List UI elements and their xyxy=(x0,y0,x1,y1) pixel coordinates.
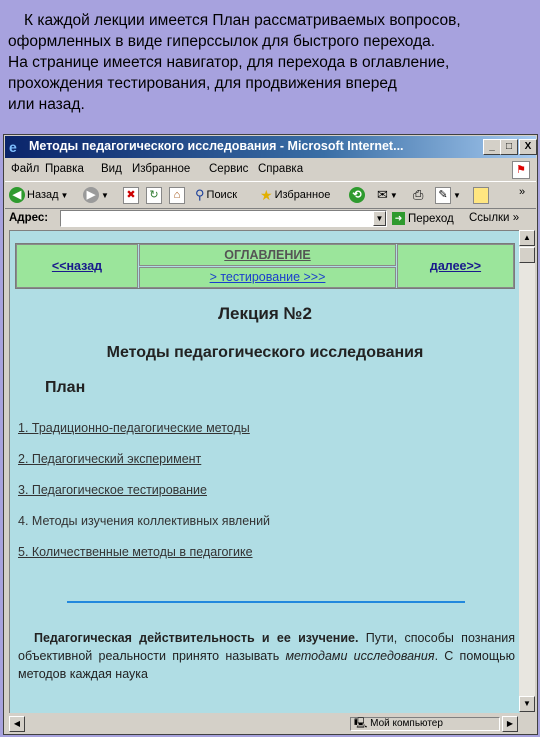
nav-testing-link[interactable]: > тестирование >>> xyxy=(210,270,326,284)
status-text xyxy=(27,717,327,731)
nav-contents-link[interactable]: ОГЛАВЛЕНИЕ xyxy=(224,248,310,262)
lecture-subtitle: Методы педагогического исследования xyxy=(106,344,424,361)
back-button[interactable]: ◀ Назад ▼ xyxy=(9,186,68,204)
print-icon: ⎙ xyxy=(413,187,424,202)
title-bar[interactable]: e Методы педагогического исследования - … xyxy=(5,136,537,158)
nav-back-cell: <<назад xyxy=(16,244,138,288)
favorites-button[interactable]: ★ Избранное xyxy=(260,186,330,204)
page-content: <<назад ОГЛАВЛЕНИЕ > тестирование >>> да… xyxy=(9,230,520,713)
caption-line: На странице имеется навигатор, для перех… xyxy=(8,54,450,71)
search-label: Поиск xyxy=(206,189,238,201)
chevron-down-icon: ▼ xyxy=(60,190,69,200)
computer-icon: 🖳 xyxy=(354,718,368,729)
windows-logo-icon: ⚑ xyxy=(512,161,530,179)
go-button[interactable]: ➜ Переход xyxy=(392,212,454,225)
messenger-button[interactable] xyxy=(473,186,489,204)
forward-button[interactable]: ▶ ▼ xyxy=(83,186,109,204)
zone-label: Мой компьютер xyxy=(370,718,443,729)
nav-testing-cell: > тестирование >>> xyxy=(139,267,396,288)
go-label: Переход xyxy=(408,212,454,225)
plan-link-3[interactable]: 3. Педагогическое тестирование xyxy=(18,483,207,497)
mail-button[interactable]: ✉ ▼ xyxy=(377,186,398,204)
menu-file[interactable]: Файл xyxy=(11,163,39,175)
back-label: Назад xyxy=(27,189,59,201)
divider-line xyxy=(67,601,465,603)
minimize-button[interactable]: _ xyxy=(483,139,501,155)
mail-icon: ✉ xyxy=(377,187,388,202)
chevron-down-icon: ▼ xyxy=(101,190,109,200)
home-icon: ⌂ xyxy=(169,186,185,204)
standard-toolbar: ◀ Назад ▼ ▶ ▼ ✖ ↻ ⌂ ⚲ Поиск ★ Избранное … xyxy=(5,181,536,209)
stop-button[interactable]: ✖ xyxy=(123,186,139,204)
go-arrow-icon: ➜ xyxy=(392,212,405,225)
menu-bar: Файл Правка Вид Избранное Сервис Справка… xyxy=(5,160,536,180)
caption-line: прохождения тестирования, для продвижени… xyxy=(8,75,397,92)
scroll-down-icon[interactable]: ▼ xyxy=(519,696,535,712)
history-button[interactable]: ⟲ xyxy=(349,186,365,204)
favorites-label: Избранное xyxy=(274,189,331,201)
note-icon xyxy=(473,186,489,204)
links-button[interactable]: Ссылки » xyxy=(469,212,519,224)
star-icon: ★ xyxy=(260,186,273,203)
caption-line: оформленных в виде гиперссылок для быстр… xyxy=(8,33,436,50)
close-button[interactable]: X xyxy=(519,139,537,155)
lecture-title: Лекция №2 xyxy=(218,304,312,323)
print-button[interactable]: ⎙ xyxy=(413,186,423,204)
status-zone: 🖳 Мой компьютер xyxy=(350,717,500,731)
forward-arrow-icon: ▶ xyxy=(83,187,99,203)
nav-next-link[interactable]: далее>> xyxy=(430,259,481,273)
chevron-down-icon: ▼ xyxy=(389,190,398,200)
paragraph-term: методами исследования xyxy=(285,649,435,663)
chevron-down-icon: ▼ xyxy=(453,190,461,200)
lecture-navigator: <<назад ОГЛАВЛЕНИЕ > тестирование >>> да… xyxy=(15,243,515,289)
plan-heading: План xyxy=(45,379,86,396)
edit-icon: ✎ xyxy=(435,186,451,204)
refresh-button[interactable]: ↻ xyxy=(146,186,162,204)
paragraph-heading: Педагогическая действительность и ее изу… xyxy=(34,631,359,645)
history-icon: ⟲ xyxy=(349,187,365,203)
maximize-button[interactable]: □ xyxy=(500,139,518,155)
nav-contents-cell: ОГЛАВЛЕНИЕ xyxy=(139,244,396,266)
menu-view[interactable]: Вид xyxy=(101,163,122,175)
caption-line: или назад. xyxy=(8,96,85,113)
search-button[interactable]: ⚲ Поиск xyxy=(195,186,237,204)
toolbar-more[interactable]: » xyxy=(519,183,525,201)
home-button[interactable]: ⌂ xyxy=(169,186,185,204)
scroll-up-icon[interactable]: ▲ xyxy=(519,230,535,246)
plan-link-5[interactable]: 5. Количественные методы в педагогике xyxy=(18,545,253,559)
menu-help[interactable]: Справка xyxy=(258,163,303,175)
links-label: Ссылки xyxy=(469,212,510,224)
address-bar: Адрес: ▼ ➜ Переход Ссылки » xyxy=(5,208,536,230)
address-input[interactable] xyxy=(60,210,387,227)
scroll-left-icon[interactable]: ◀ xyxy=(9,716,25,732)
refresh-icon: ↻ xyxy=(146,186,162,204)
plan-link-1[interactable]: 1. Традиционно-педагогические методы xyxy=(18,421,250,435)
plan-item-4: 4. Методы изучения коллективных явлений xyxy=(18,514,271,528)
scroll-right-icon[interactable]: ▶ xyxy=(502,716,518,732)
status-bar: ◀ ▶ 🖳 Мой компьютер xyxy=(5,715,536,733)
menu-tools[interactable]: Сервис xyxy=(209,163,248,175)
edit-button[interactable]: ✎ ▼ xyxy=(435,186,461,204)
links-more: » xyxy=(512,212,520,224)
search-icon: ⚲ xyxy=(195,187,205,202)
scroll-thumb[interactable] xyxy=(519,247,535,263)
slide-caption: К каждой лекции имеется План рассматрива… xyxy=(8,10,533,115)
caption-line: К каждой лекции имеется План рассматрива… xyxy=(24,12,461,29)
address-label: Адрес: xyxy=(9,212,49,224)
back-arrow-icon: ◀ xyxy=(9,187,25,203)
plan-link-2[interactable]: 2. Педагогический эксперимент xyxy=(18,452,201,466)
browser-window: e Методы педагогического исследования - … xyxy=(3,134,538,735)
intro-paragraph: Педагогическая действительность и ее изу… xyxy=(18,629,515,683)
nav-next-cell: далее>> xyxy=(397,244,514,288)
address-dropdown-icon[interactable]: ▼ xyxy=(373,211,386,226)
stop-icon: ✖ xyxy=(123,186,139,204)
menu-edit[interactable]: Правка xyxy=(45,163,84,175)
vertical-scrollbar[interactable]: ▲ ▼ xyxy=(519,230,535,712)
nav-back-link[interactable]: <<назад xyxy=(52,259,102,273)
internet-explorer-icon: e xyxy=(9,139,17,155)
window-title: Методы педагогического исследования - Mi… xyxy=(29,139,404,153)
menu-favorites[interactable]: Избранное xyxy=(132,163,190,175)
